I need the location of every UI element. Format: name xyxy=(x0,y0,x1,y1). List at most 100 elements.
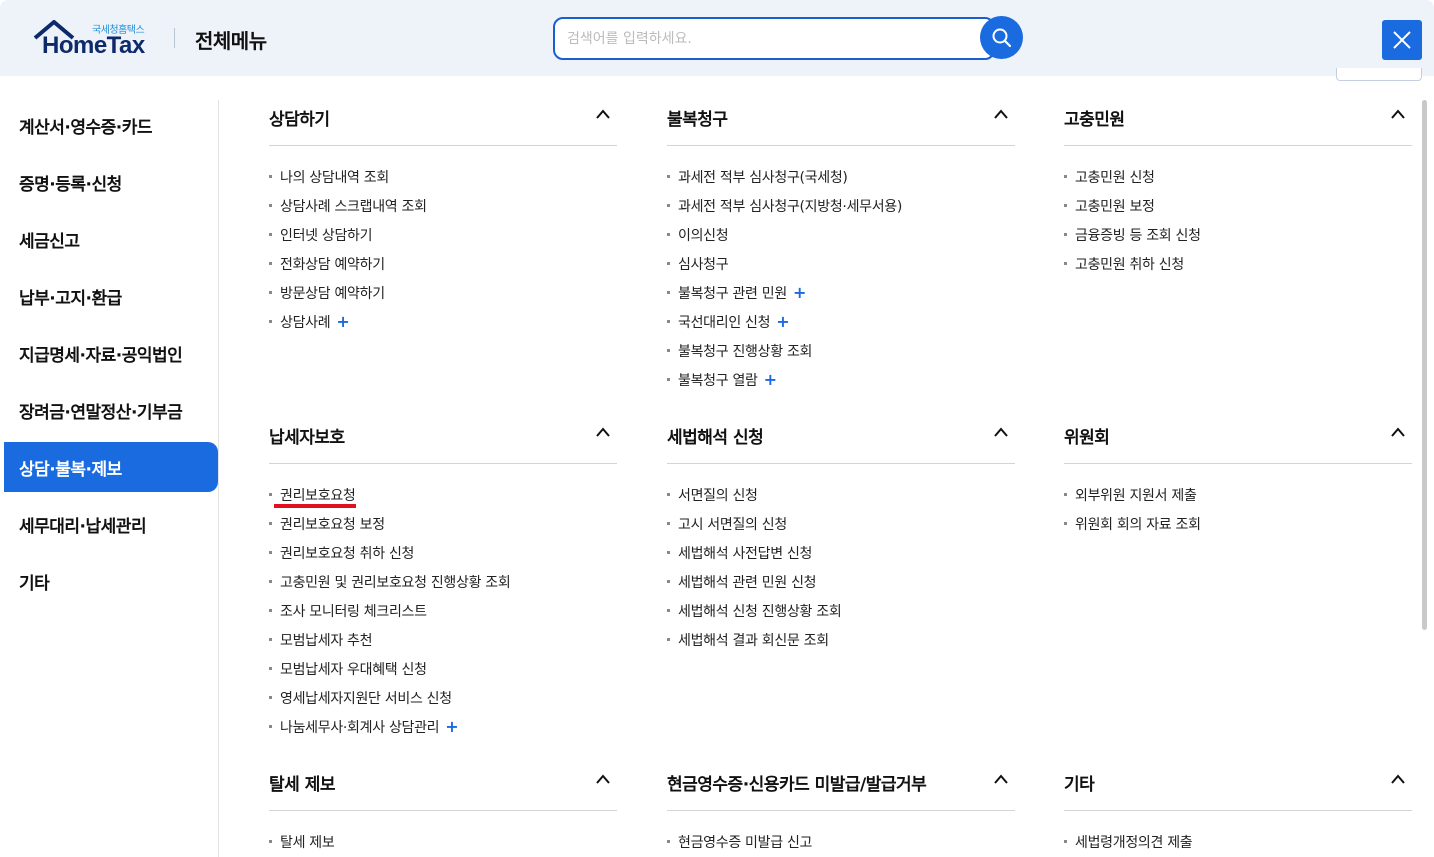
menu-link-label[interactable]: 위원회 회의 자료 조회 xyxy=(1075,514,1201,534)
menu-link-label[interactable]: 현금영수증 미발급 신고 xyxy=(678,832,812,852)
menu-link[interactable]: 과세전 적부 심사청구(지방청·세무서용) xyxy=(667,191,1015,220)
section-header[interactable]: 고충민원 xyxy=(1064,100,1412,146)
menu-link[interactable]: 탈세 제보 xyxy=(269,827,617,856)
section-header[interactable]: 상담하기 xyxy=(269,100,617,146)
menu-link[interactable]: 방문상담 예약하기 xyxy=(269,278,617,307)
chevron-up-icon[interactable] xyxy=(595,773,611,785)
nav-item-tax-agent[interactable]: 세무대리·납세관리 xyxy=(4,499,218,549)
menu-link[interactable]: 현금영수증 미발급 신고 xyxy=(667,827,1015,856)
chevron-up-icon[interactable] xyxy=(1390,426,1406,438)
menu-link[interactable]: 불복청구 관련 민원 + xyxy=(667,278,1015,307)
section-header[interactable]: 기타 xyxy=(1064,765,1412,811)
menu-link[interactable]: 세법해석 사전답변 신청 xyxy=(667,538,1015,567)
menu-link-label[interactable]: 권리보호요청 취하 신청 xyxy=(280,543,414,563)
menu-link[interactable]: 고시 서면질의 신청 xyxy=(667,509,1015,538)
menu-link-label[interactable]: 불복청구 열람 xyxy=(678,370,758,390)
menu-link-label[interactable]: 나눔세무사·회계사 상담관리 xyxy=(280,717,440,737)
menu-link-label[interactable]: 조사 모니터링 체크리스트 xyxy=(280,601,427,621)
nav-item-tax-filing[interactable]: 세금신고 xyxy=(4,214,218,264)
section-header[interactable]: 납세자보호 xyxy=(269,418,617,464)
nav-item-other[interactable]: 기타 xyxy=(4,556,218,606)
chevron-up-icon[interactable] xyxy=(993,426,1009,438)
menu-link-label[interactable]: 과세전 적부 심사청구(지방청·세무서용) xyxy=(678,196,902,216)
menu-link[interactable]: 권리보호요청 보정 xyxy=(269,509,617,538)
nav-item-payment-statement[interactable]: 지급명세·자료·공익법인 xyxy=(4,328,218,378)
menu-link-label[interactable]: 고충민원 및 권리보호요청 진행상황 조회 xyxy=(280,572,511,592)
menu-link[interactable]: 불복청구 진행상황 조회 xyxy=(667,336,1015,365)
menu-link-label[interactable]: 방문상담 예약하기 xyxy=(280,283,385,303)
nav-item-invoice[interactable]: 계산서·영수증·카드 xyxy=(4,100,218,150)
search-button[interactable] xyxy=(980,16,1023,59)
menu-link-label[interactable]: 상담사례 스크랩내역 조회 xyxy=(280,196,427,216)
menu-link[interactable]: 권리보호요청 취하 신청 xyxy=(269,538,617,567)
chevron-up-icon[interactable] xyxy=(595,108,611,120)
menu-link[interactable]: 서면질의 신청 xyxy=(667,480,1015,509)
menu-link-label[interactable]: 이의신청 xyxy=(678,225,729,245)
menu-link[interactable]: 고충민원 및 권리보호요청 진행상황 조회 xyxy=(269,567,617,596)
menu-link[interactable]: 세법령개정의견 제출 xyxy=(1064,827,1412,856)
nav-item-consult-appeal[interactable]: 상담·불복·제보 xyxy=(4,442,218,492)
menu-link[interactable]: 모범납세자 우대혜택 신청 xyxy=(269,654,617,683)
menu-link[interactable]: 조사 모니터링 체크리스트 xyxy=(269,596,617,625)
menu-link-label[interactable]: 상담사례 xyxy=(280,312,331,332)
chevron-up-icon[interactable] xyxy=(595,426,611,438)
menu-link-label[interactable]: 나의 상담내역 조회 xyxy=(280,167,389,187)
menu-link[interactable]: 상담사례 스크랩내역 조회 xyxy=(269,191,617,220)
expand-plus-icon[interactable]: + xyxy=(776,312,789,331)
section-header[interactable]: 세법해석 신청 xyxy=(667,418,1015,464)
menu-link-label[interactable]: 모범납세자 우대혜택 신청 xyxy=(280,659,427,679)
section-header[interactable]: 불복청구 xyxy=(667,100,1015,146)
nav-item-payment[interactable]: 납부·고지·환급 xyxy=(4,271,218,321)
menu-link-label[interactable]: 권리보호요청 보정 xyxy=(280,514,385,534)
menu-link-label[interactable]: 전화상담 예약하기 xyxy=(280,254,385,274)
section-header[interactable]: 위원회 xyxy=(1064,418,1412,464)
menu-link-label[interactable]: 세법해석 신청 진행상황 조회 xyxy=(678,601,842,621)
menu-link-label[interactable]: 영세납세자지원단 서비스 신청 xyxy=(280,688,452,708)
menu-link[interactable]: 영세납세자지원단 서비스 신청 xyxy=(269,683,617,712)
menu-link[interactable]: 모범납세자 추천 xyxy=(269,625,617,654)
menu-link[interactable]: 권리보호요청 xyxy=(269,480,617,509)
menu-link[interactable]: 고충민원 보정 xyxy=(1064,191,1412,220)
menu-link-label[interactable]: 불복청구 관련 민원 xyxy=(678,283,787,303)
menu-link-label[interactable]: 세법령개정의견 제출 xyxy=(1075,832,1193,852)
menu-link-label[interactable]: 고충민원 신청 xyxy=(1075,167,1155,187)
chevron-up-icon[interactable] xyxy=(1390,108,1406,120)
menu-link-label[interactable]: 서면질의 신청 xyxy=(678,485,758,505)
expand-plus-icon[interactable]: + xyxy=(764,370,777,389)
menu-link[interactable]: 불복청구 열람 + xyxy=(667,365,1015,394)
menu-link-label[interactable]: 외부위원 지원서 제출 xyxy=(1075,485,1197,505)
section-header[interactable]: 탈세 제보 xyxy=(269,765,617,811)
menu-link[interactable]: 국선대리인 신청 + xyxy=(667,307,1015,336)
menu-link[interactable]: 외부위원 지원서 제출 xyxy=(1064,480,1412,509)
menu-link[interactable]: 나눔세무사·회계사 상담관리 + xyxy=(269,712,617,741)
menu-link[interactable]: 금융증빙 등 조회 신청 xyxy=(1064,220,1412,249)
menu-link[interactable]: 세법해석 신청 진행상황 조회 xyxy=(667,596,1015,625)
menu-link[interactable]: 세법해석 결과 회신문 조회 xyxy=(667,625,1015,654)
menu-link-label[interactable]: 고충민원 보정 xyxy=(1075,196,1155,216)
menu-link-label[interactable]: 세법해석 사전답변 신청 xyxy=(678,543,812,563)
menu-link-label[interactable]: 탈세 제보 xyxy=(280,832,335,852)
scrollbar-thumb[interactable] xyxy=(1422,100,1427,630)
menu-link[interactable]: 인터넷 상담하기 xyxy=(269,220,617,249)
menu-link[interactable]: 세법해석 관련 민원 신청 xyxy=(667,567,1015,596)
menu-link[interactable]: 위원회 회의 자료 조회 xyxy=(1064,509,1412,538)
menu-link-label[interactable]: 인터넷 상담하기 xyxy=(280,225,373,245)
menu-link[interactable]: 과세전 적부 심사청구(국세청) xyxy=(667,162,1015,191)
close-button[interactable] xyxy=(1382,20,1422,60)
menu-link-label[interactable]: 과세전 적부 심사청구(국세청) xyxy=(678,167,848,187)
expand-plus-icon[interactable]: + xyxy=(336,312,349,331)
menu-link-label[interactable]: 불복청구 진행상황 조회 xyxy=(678,341,812,361)
menu-link-label[interactable]: 국선대리인 신청 xyxy=(678,312,771,332)
hometax-logo[interactable]: 국세청홈택스 HomeTax xyxy=(32,18,156,60)
menu-link-label[interactable]: 모범납세자 추천 xyxy=(280,630,373,650)
menu-link-label[interactable]: 권리보호요청 xyxy=(280,485,356,505)
menu-link-label[interactable]: 세법해석 결과 회신문 조회 xyxy=(678,630,829,650)
menu-link[interactable]: 고충민원 신청 xyxy=(1064,162,1412,191)
nav-item-certificate[interactable]: 증명·등록·신청 xyxy=(4,157,218,207)
chevron-up-icon[interactable] xyxy=(993,108,1009,120)
nav-item-incentive[interactable]: 장려금·연말정산·기부금 xyxy=(4,385,218,435)
menu-link-label[interactable]: 심사청구 xyxy=(678,254,729,274)
menu-link[interactable]: 이의신청 xyxy=(667,220,1015,249)
menu-link[interactable]: 심사청구 xyxy=(667,249,1015,278)
menu-link[interactable]: 나의 상담내역 조회 xyxy=(269,162,617,191)
